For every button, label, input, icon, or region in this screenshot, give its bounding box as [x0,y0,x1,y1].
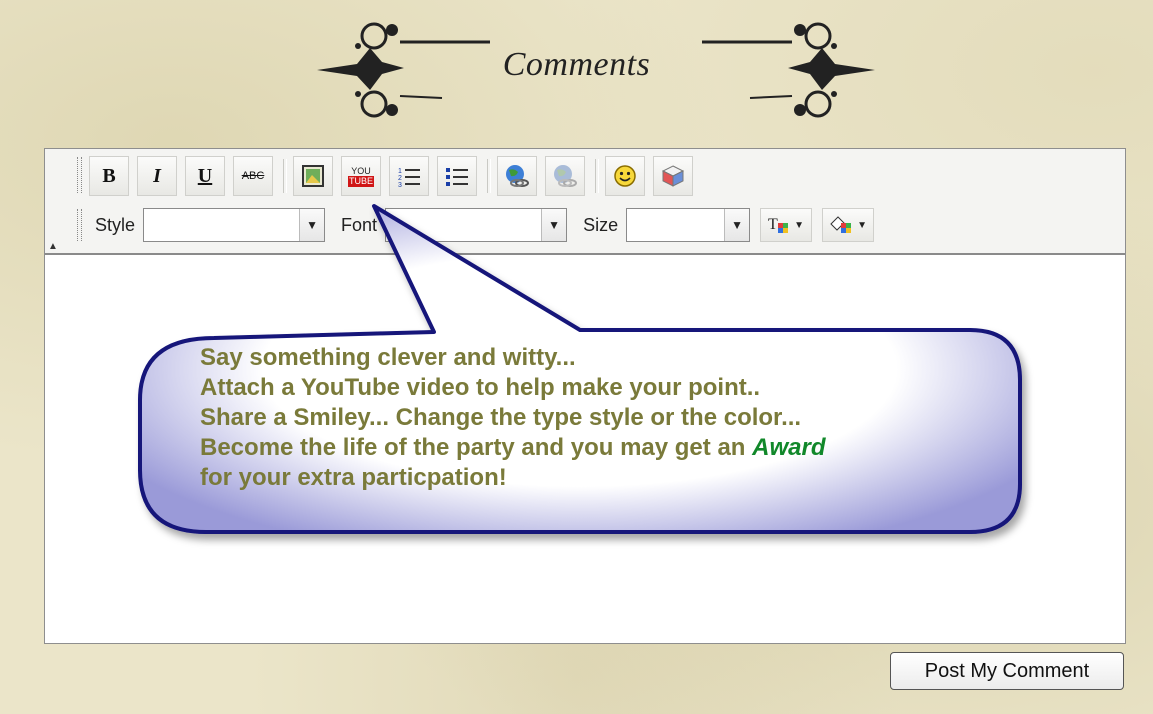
callout-line-5: for your extra particpation! [200,464,507,491]
callout-line-3: Share a Smiley... Change the type style … [200,404,802,431]
callout-line-4: Become the life of the party and you may… [200,433,1020,463]
callout-line-2: Attach a YouTube video to help make your… [200,374,761,401]
callout-line-4-text: Become the life of the party and you may… [200,434,753,461]
post-comment-button[interactable]: Post My Comment [890,652,1124,690]
callout-text: Say something clever and witty... Attach… [200,343,1020,493]
callout-line-1: Say something clever and witty... [200,344,576,371]
award-text: Award [752,434,826,461]
